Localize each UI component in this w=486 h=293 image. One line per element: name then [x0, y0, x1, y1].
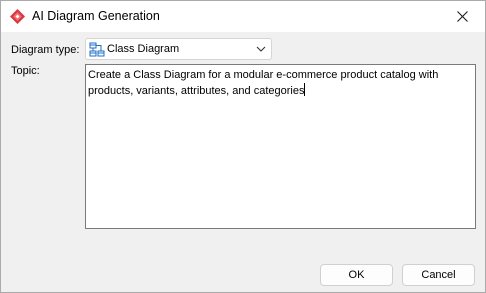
topic-textarea[interactable]: Create a Class Diagram for a modular e-c…: [85, 64, 476, 229]
close-icon: [456, 11, 468, 22]
diagram-type-dropdown[interactable]: Class Diagram: [85, 38, 272, 60]
dialog-content: Diagram type: Class Diagram Topic: Creat…: [1, 32, 485, 292]
class-diagram-icon: [89, 42, 105, 57]
window-title: AI Diagram Generation: [32, 9, 160, 23]
diagram-type-label: Diagram type:: [11, 44, 80, 56]
cancel-button[interactable]: Cancel: [402, 264, 475, 286]
ai-diagram-generation-dialog: AI Diagram Generation Diagram type: Clas…: [0, 0, 486, 293]
topic-text: Create a Class Diagram for a modular e-c…: [88, 69, 439, 97]
topic-label: Topic:: [11, 65, 40, 77]
ok-button[interactable]: OK: [320, 264, 393, 286]
chevron-down-icon: [256, 46, 266, 52]
title-bar[interactable]: AI Diagram Generation: [1, 1, 485, 32]
visual-paradigm-logo-icon: [10, 9, 25, 24]
text-caret: [304, 83, 306, 96]
close-button[interactable]: [439, 1, 485, 32]
diagram-type-value: Class Diagram: [107, 43, 180, 55]
